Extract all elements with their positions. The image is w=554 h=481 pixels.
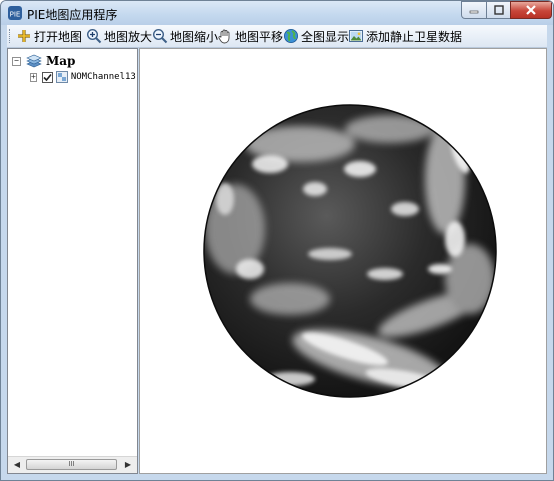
close-button[interactable] (510, 1, 552, 19)
open-map-button[interactable]: 打开地图 (16, 27, 82, 45)
layers-tree-panel[interactable]: − Map + NOMChannel13. ◀ III ▶ (7, 48, 138, 474)
tree-node-layer[interactable]: + NOMChannel13. (30, 69, 136, 85)
window-title: PIE地图应用程序 (27, 8, 118, 22)
toolbar-grip[interactable] (9, 29, 13, 43)
zoom-out-button[interactable]: 地图缩小 (152, 27, 218, 45)
pan-map-button[interactable]: 地图平移 (217, 27, 283, 45)
full-extent-label: 全图显示 (301, 29, 350, 44)
satellite-image-icon (349, 30, 363, 42)
open-map-icon (18, 30, 30, 42)
zoom-in-label: 地图放大 (104, 29, 153, 44)
collapse-toggle[interactable]: − (12, 56, 21, 66)
zoom-out-label: 地图缩小 (170, 29, 219, 44)
full-extent-button[interactable]: 全图显示 (283, 27, 349, 45)
scrollbar-thumb[interactable]: III (26, 459, 117, 470)
map-canvas[interactable] (139, 48, 547, 474)
tree-node-map[interactable]: − Map (12, 53, 75, 69)
zoom-in-icon (86, 28, 102, 44)
map-layers-icon (26, 54, 42, 68)
pan-map-label: 地图平移 (235, 29, 284, 44)
scroll-right-arrow-icon[interactable]: ▶ (121, 459, 135, 471)
horizontal-scrollbar[interactable]: ◀ III ▶ (8, 456, 137, 473)
tree-root-label: Map (46, 54, 76, 68)
add-satellite-data-button[interactable]: 添加静止卫星数据 (348, 27, 462, 45)
expand-toggle[interactable]: + (30, 72, 37, 82)
zoom-in-button[interactable]: 地图放大 (86, 27, 152, 45)
zoom-out-icon (152, 28, 168, 44)
minimize-button[interactable] (461, 1, 487, 19)
maximize-button[interactable] (486, 1, 511, 19)
layer-visibility-checkbox[interactable] (41, 71, 53, 83)
checkmark-icon (43, 73, 52, 81)
layer-label: NOMChannel13. (70, 72, 136, 82)
close-icon (526, 5, 536, 15)
toolbar: 打开地图 地图放大 地图缩小 地图平移 全图显示 添加静止卫星数据 (7, 25, 547, 48)
raster-layer-icon (55, 71, 68, 83)
title-bar[interactable]: PIE PIE地图应用程序 (1, 1, 553, 25)
pan-hand-icon (218, 29, 230, 44)
satellite-earth-image (203, 104, 497, 398)
open-map-label: 打开地图 (34, 29, 83, 44)
svg-text:PIE: PIE (10, 11, 21, 19)
add-satellite-data-label: 添加静止卫星数据 (366, 29, 463, 44)
globe-icon (284, 29, 298, 43)
scroll-left-arrow-icon[interactable]: ◀ (10, 459, 24, 471)
app-logo-icon: PIE (8, 6, 22, 20)
minimize-icon (469, 10, 479, 14)
app-window: PIE PIE地图应用程序 打开地图 地图放大 地图缩小 地图平移 全图显示 添… (0, 0, 554, 481)
maximize-icon (493, 5, 504, 15)
